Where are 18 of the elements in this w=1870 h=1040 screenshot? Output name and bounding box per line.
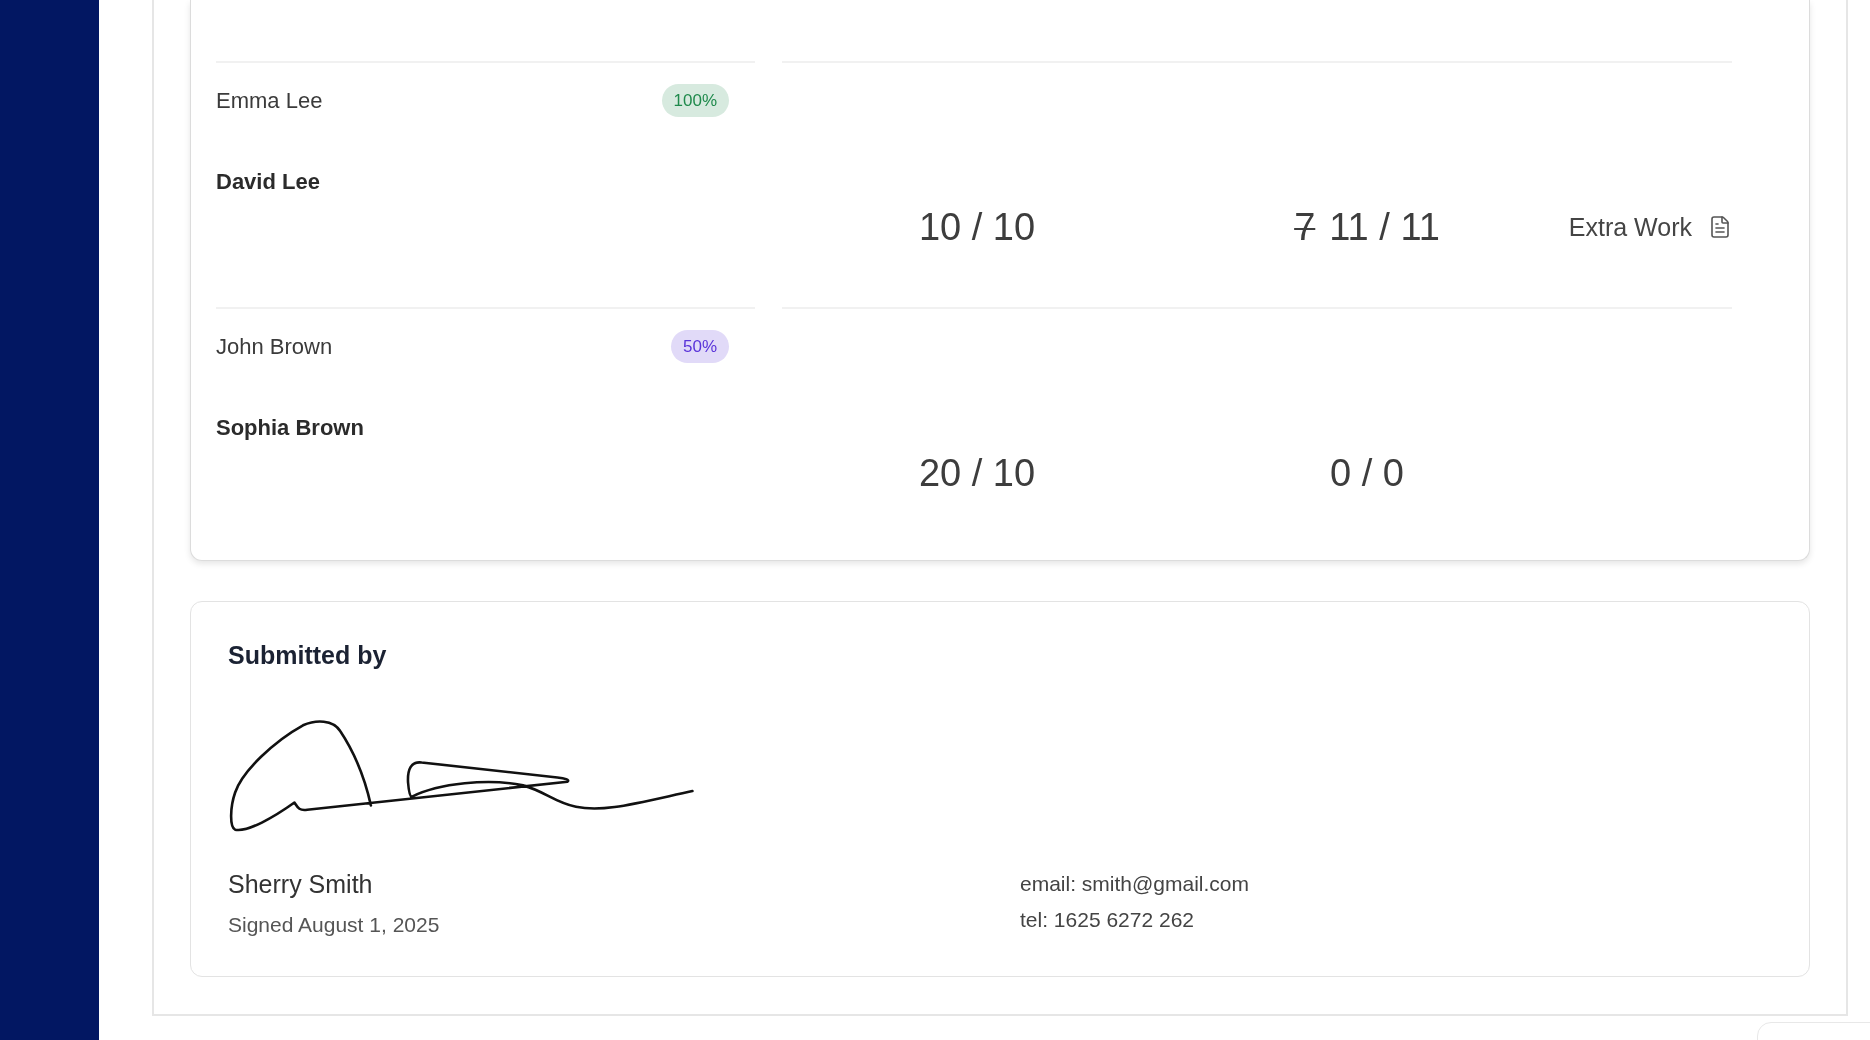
score-value: 0 / 0: [1330, 451, 1404, 496]
signer-name: Sherry Smith: [228, 869, 373, 899]
contact-phone: tel: 1625 6272 262: [1020, 907, 1194, 933]
completion-badge: 100%: [661, 84, 729, 117]
student-name: David Lee: [216, 168, 320, 196]
score-value: 20 / 10: [918, 451, 1036, 496]
attachment-link[interactable]: Extra Work: [1568, 211, 1732, 243]
score-value: 10 / 10: [918, 205, 1036, 250]
signed-date: Signed August 1, 2025: [228, 912, 440, 938]
document-icon: [1708, 215, 1732, 239]
previous-score: 7: [1294, 205, 1316, 250]
student-name: Sophia Brown: [216, 414, 364, 442]
completion-badge: 50%: [670, 330, 729, 363]
parent-name: Emma Lee: [216, 86, 323, 115]
contact-email: email: smith@gmail.com: [1020, 871, 1250, 897]
section-title: Submitted by: [228, 640, 387, 670]
parent-name: John Brown: [216, 332, 333, 361]
score-value: 11 / 11: [1329, 205, 1440, 250]
